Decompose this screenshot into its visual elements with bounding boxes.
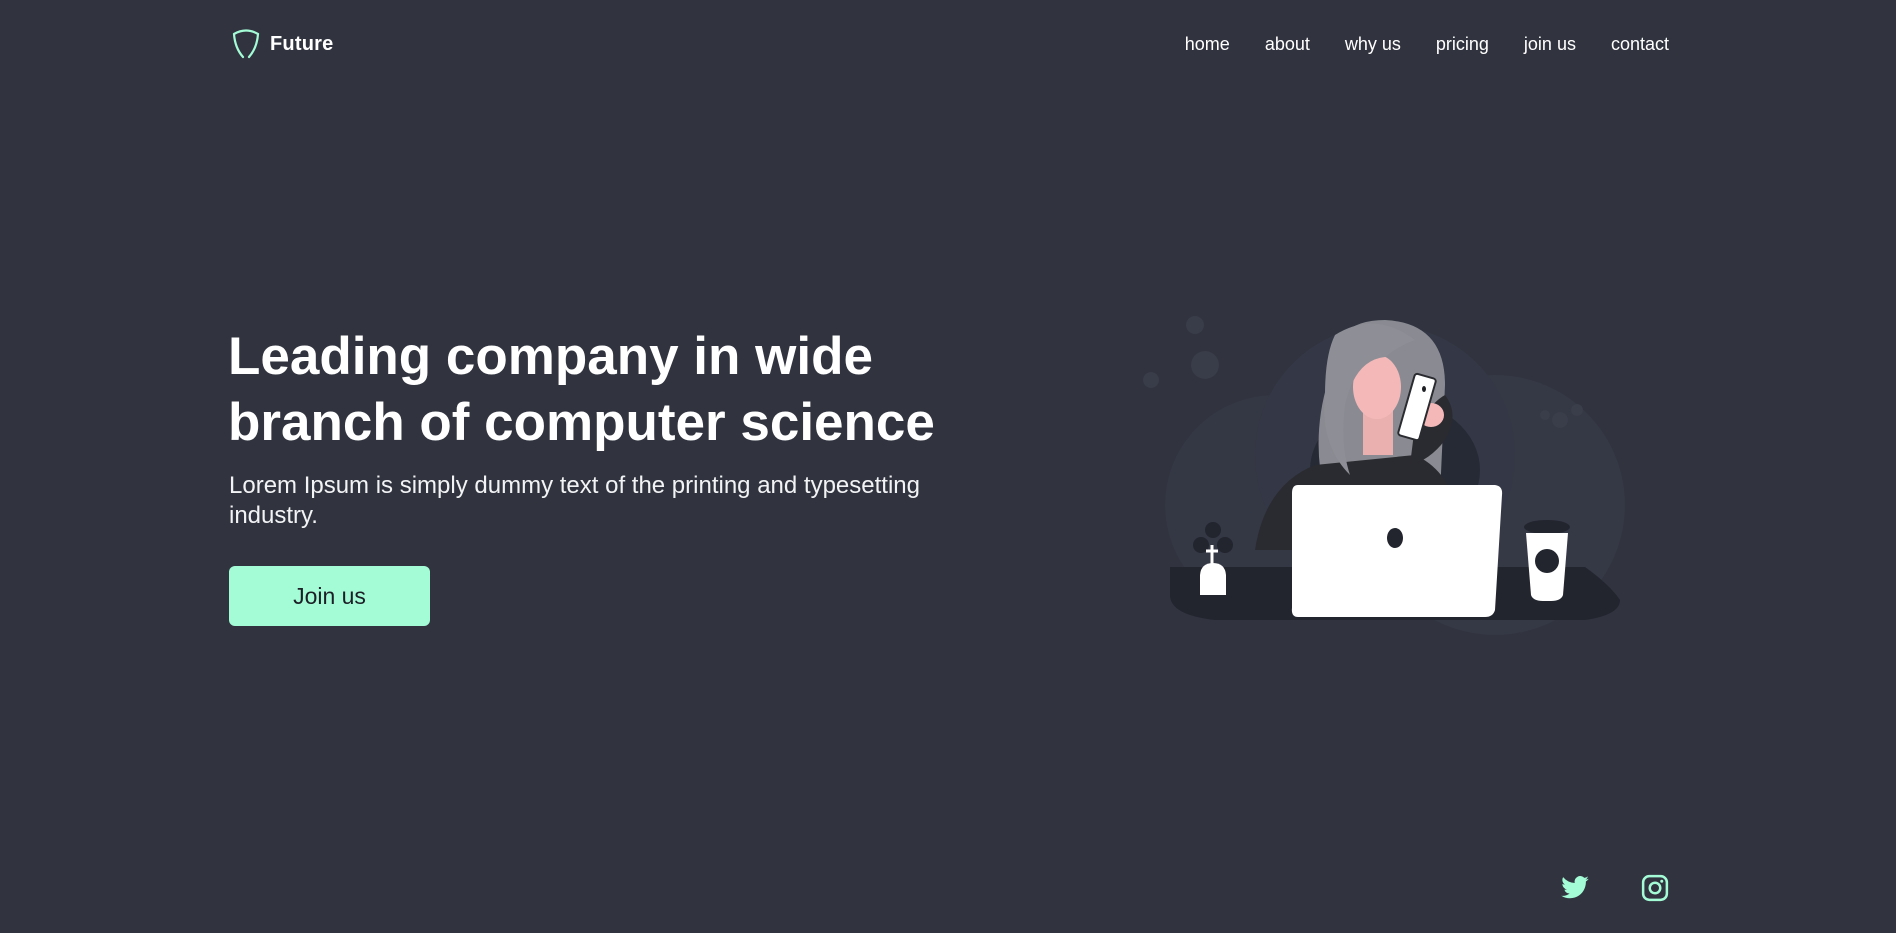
shield-logo-icon xyxy=(230,28,262,60)
nav-item-home[interactable]: home xyxy=(1185,34,1230,55)
nav-item-about[interactable]: about xyxy=(1265,34,1310,55)
nav-item-join-us[interactable]: join us xyxy=(1524,34,1576,55)
hero-subtitle: Lorem Ipsum is simply dummy text of the … xyxy=(229,472,920,529)
join-us-button[interactable]: Join us xyxy=(229,566,430,626)
woman-on-phone-illustration xyxy=(1115,305,1675,635)
hero-title: Leading company in wide branch of comput… xyxy=(228,327,935,452)
instagram-icon[interactable] xyxy=(1640,873,1670,908)
brand-name: Future xyxy=(270,32,334,55)
nav-item-pricing[interactable]: pricing xyxy=(1436,34,1489,55)
nav-item-why-us[interactable]: why us xyxy=(1345,34,1401,55)
twitter-icon[interactable] xyxy=(1558,873,1592,908)
main-nav: home about why us pricing join us contac… xyxy=(1185,34,1669,55)
landing-page: Future home about why us pricing join us… xyxy=(0,0,1896,933)
nav-item-contact[interactable]: contact xyxy=(1611,34,1669,55)
logo-link[interactable]: Future xyxy=(230,28,333,60)
